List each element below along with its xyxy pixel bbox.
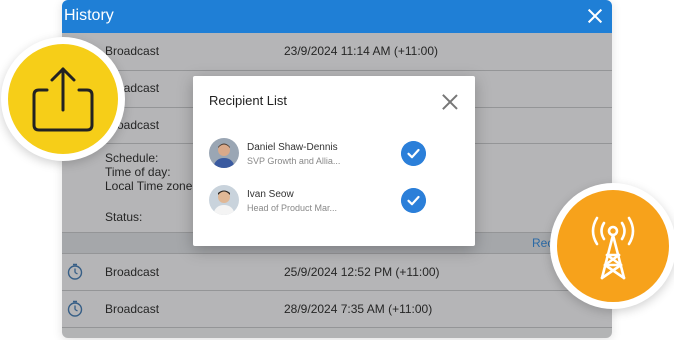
modal-title: Recipient List (209, 93, 288, 108)
recipient-name: Ivan Seow (247, 189, 294, 200)
check-icon[interactable] (401, 141, 426, 166)
title-bar: History (62, 0, 612, 33)
close-icon[interactable] (584, 5, 606, 27)
window-title: History (64, 7, 114, 24)
broadcast-tower-icon (591, 216, 635, 280)
recipient-role: Head of Product Mar... (247, 203, 338, 213)
recipient-item: Ivan Seow Head of Product Mar... (209, 185, 459, 219)
avatar (209, 185, 239, 215)
upload-badge (1, 37, 125, 161)
broadcast-tower-badge (550, 183, 674, 309)
recipient-item: Daniel Shaw-Dennis SVP Growth and Allia.… (209, 138, 459, 172)
close-icon[interactable] (440, 92, 460, 112)
check-icon[interactable] (401, 188, 426, 213)
stage: History Broadcast 23/9/2024 11:14 AM (+1… (0, 0, 674, 340)
recipient-role: SVP Growth and Allia... (247, 156, 341, 166)
avatar (209, 138, 239, 168)
recipient-list-modal: Recipient List Daniel Shaw-Dennis SVP Gr… (193, 76, 475, 246)
upload-icon (32, 67, 94, 132)
recipient-name: Daniel Shaw-Dennis (247, 142, 338, 153)
